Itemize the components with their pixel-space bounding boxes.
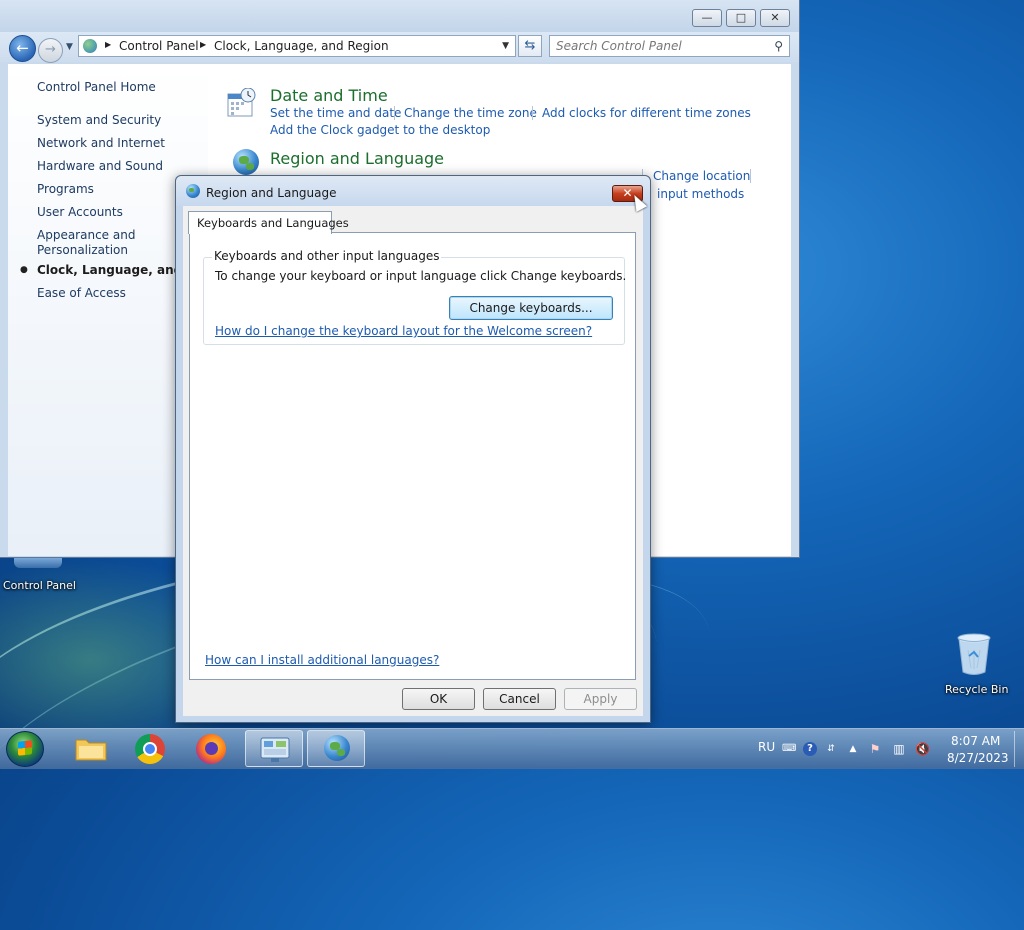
- taskbar-firefox-button[interactable]: [183, 730, 241, 767]
- windows-logo-icon: [18, 740, 32, 756]
- link-change-location[interactable]: Change location: [653, 169, 750, 183]
- desktop-icon-label: Control Panel: [3, 579, 76, 592]
- close-button[interactable]: ✕: [760, 9, 790, 27]
- link-set-time-date[interactable]: Set the time and date: [270, 106, 401, 120]
- cancel-button[interactable]: Cancel: [483, 688, 556, 710]
- keyboard-icon[interactable]: ⌨: [782, 742, 796, 756]
- welcome-screen-keyboard-link[interactable]: How do I change the keyboard layout for …: [215, 324, 592, 338]
- back-button[interactable]: ←: [9, 35, 36, 62]
- link-separator: [394, 106, 395, 120]
- sidebar-item-appearance[interactable]: Appearance and: [37, 228, 135, 242]
- sidebar-item-personalization[interactable]: Personalization: [37, 243, 128, 257]
- globe-icon: [186, 184, 200, 198]
- install-languages-link[interactable]: How can I install additional languages?: [205, 653, 439, 667]
- globe-icon: [324, 735, 350, 761]
- help-icon[interactable]: ?: [803, 742, 817, 756]
- sidebar-item-programs[interactable]: Programs: [37, 182, 94, 196]
- dialog-client-area: Keyboards and Languages Keyboards and ot…: [183, 206, 643, 716]
- keyboards-groupbox: Keyboards and other input languages To c…: [203, 249, 627, 345]
- sidebar-item-hardware-sound[interactable]: Hardware and Sound: [37, 159, 163, 173]
- taskbar: RU ⌨ ? ⇵ ▲ ⚑ ▥ 🔇 8:07 AM 8/27/2023: [0, 728, 1024, 769]
- link-add-clocks[interactable]: Add clocks for different time zones: [542, 106, 751, 120]
- link-add-clock-gadget[interactable]: Add the Clock gadget to the desktop: [270, 123, 490, 137]
- chevron-right-icon[interactable]: ▶: [200, 40, 206, 49]
- link-input-methods[interactable]: input methods: [657, 187, 744, 201]
- chrome-icon: [135, 734, 165, 764]
- arrow-right-icon: →: [45, 42, 56, 57]
- globe-icon: [233, 149, 259, 175]
- navigation-bar: ← → ▼ ▶ Control Panel ▶ Clock, Language,…: [0, 32, 799, 63]
- minimize-button[interactable]: —: [692, 9, 722, 27]
- address-bar[interactable]: ▶ Control Panel ▶ Clock, Language, and R…: [78, 35, 516, 57]
- sidebar-item-ease-of-access[interactable]: Ease of Access: [37, 286, 126, 300]
- category-title-date-time[interactable]: Date and Time: [270, 86, 388, 105]
- network-icon[interactable]: ▥: [892, 742, 906, 756]
- recycle-bin-icon: [957, 633, 991, 675]
- category-title-region-language[interactable]: Region and Language: [270, 149, 444, 168]
- folder-icon: [75, 739, 107, 761]
- show-desktop-button[interactable]: [1014, 731, 1024, 767]
- sidebar-item-control-panel-home[interactable]: Control Panel Home: [37, 80, 156, 94]
- chevron-right-icon[interactable]: ▶: [105, 40, 111, 49]
- change-keyboards-button[interactable]: Change keyboards...: [449, 296, 613, 320]
- refresh-button[interactable]: ⇆: [518, 35, 542, 57]
- forward-button[interactable]: →: [38, 38, 63, 63]
- control-panel-icon: [260, 737, 290, 762]
- clock-date[interactable]: 8/27/2023: [947, 751, 1009, 765]
- language-bar-options-icon[interactable]: ⇵: [824, 742, 838, 756]
- control-panel-icon: [14, 558, 62, 568]
- taskbar-explorer-button[interactable]: [62, 730, 120, 767]
- groupbox-title: Keyboards and other input languages: [212, 249, 442, 263]
- start-button[interactable]: [6, 731, 44, 767]
- refresh-icon: ⇆: [524, 38, 536, 53]
- maximize-button[interactable]: □: [726, 9, 756, 27]
- dialog-titlebar[interactable]: Region and Language ✕: [176, 176, 650, 206]
- sidebar-item-system-security[interactable]: System and Security: [37, 113, 161, 127]
- window-titlebar[interactable]: — □ ✕: [0, 0, 799, 32]
- action-center-flag-icon[interactable]: ⚑: [868, 742, 882, 756]
- clock-time[interactable]: 8:07 AM: [951, 734, 1000, 748]
- firefox-icon: [196, 734, 226, 764]
- tab-panel: Keyboards and other input languages To c…: [189, 232, 636, 680]
- control-panel-icon: [83, 39, 97, 53]
- arrow-left-icon: ←: [16, 39, 29, 57]
- tab-keyboards-and-languages[interactable]: Keyboards and Languages: [188, 211, 349, 234]
- recent-pages-dropdown-icon[interactable]: ▼: [66, 42, 73, 52]
- breadcrumb-clock-language-region[interactable]: Clock, Language, and Region: [214, 39, 389, 53]
- chevron-down-icon[interactable]: ▼: [502, 41, 509, 51]
- breadcrumb-control-panel[interactable]: Control Panel: [119, 39, 199, 53]
- tab-label: Keyboards and Languages: [197, 216, 349, 230]
- search-icon[interactable]: ⚲: [774, 39, 783, 53]
- groupbox-description: To change your keyboard or input languag…: [215, 269, 627, 283]
- ok-button[interactable]: OK: [402, 688, 475, 710]
- search-box[interactable]: ⚲: [549, 35, 790, 57]
- link-change-time-zone[interactable]: Change the time zone: [404, 106, 537, 120]
- current-item-bullet-icon: ●: [20, 265, 28, 275]
- language-indicator[interactable]: RU: [758, 740, 775, 754]
- taskbar-region-language-button[interactable]: [307, 730, 365, 767]
- search-input[interactable]: [556, 38, 761, 54]
- desktop-icon-label: Recycle Bin: [945, 683, 1009, 696]
- sidebar-item-user-accounts[interactable]: User Accounts: [37, 205, 123, 219]
- region-language-dialog: Region and Language ✕ Keyboards and Lang…: [175, 175, 651, 723]
- dialog-title: Region and Language: [206, 186, 337, 200]
- volume-muted-icon[interactable]: 🔇: [915, 742, 930, 756]
- calendar-clock-icon: [227, 88, 256, 117]
- taskbar-control-panel-button[interactable]: [245, 730, 303, 767]
- taskbar-chrome-button[interactable]: [122, 730, 180, 767]
- apply-button[interactable]: Apply: [564, 688, 637, 710]
- show-hidden-icons-icon[interactable]: ▲: [846, 742, 860, 756]
- link-separator: [532, 106, 533, 120]
- sidebar-item-network-internet[interactable]: Network and Internet: [37, 136, 165, 150]
- link-separator: [750, 169, 751, 183]
